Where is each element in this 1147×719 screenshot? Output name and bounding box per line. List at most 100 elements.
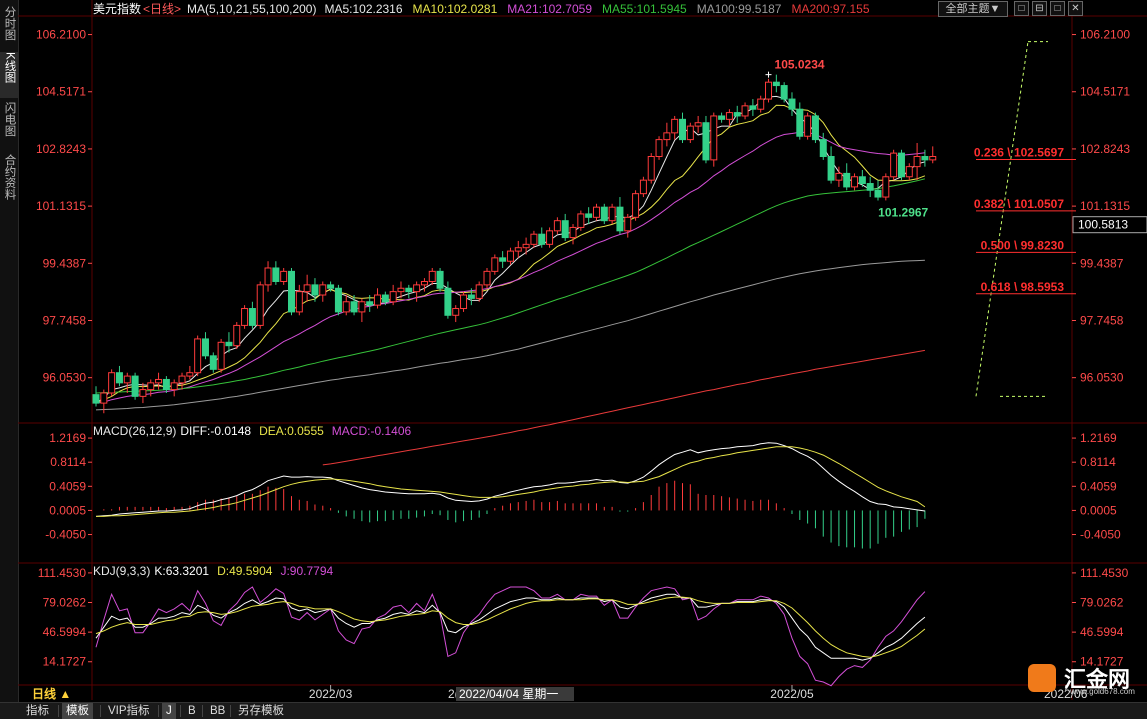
candle-body	[733, 112, 741, 117]
window-maximize-button[interactable]: □	[1050, 1, 1065, 16]
vip-indicator-tab[interactable]: VIP指标	[104, 703, 154, 719]
candle-body	[280, 270, 288, 282]
candle-body	[765, 81, 773, 100]
macd-legend-label: DEA:0.0555	[259, 424, 324, 438]
candle-body	[444, 287, 452, 316]
candle-body	[890, 152, 898, 178]
theme-dropdown-button[interactable]: 全部主题▼	[938, 1, 1008, 17]
j-tab[interactable]: J	[162, 703, 176, 719]
legend-label: MA55:101.5945	[602, 2, 687, 16]
low-label: 101.2967	[878, 206, 928, 220]
candlestick-plot: 105.0234 101.2967 0.236 \ 102.5697 0.382 \ …	[92, 41, 1076, 466]
candle-body	[804, 115, 812, 137]
candle-body	[905, 166, 913, 178]
candle-body	[499, 257, 507, 262]
candle-body	[467, 294, 475, 299]
candle-body	[311, 284, 319, 296]
candle-body	[162, 378, 170, 391]
macd-tick-label-left: 0.0005	[49, 503, 86, 517]
x-axis: 2022/03 2022/05 2022/06日线 ▲ 2(2022/04/04 星期…	[32, 685, 1088, 701]
fib-trend-line	[975, 41, 1029, 397]
macd-legend-label: MACD(26,12,9)	[93, 424, 176, 438]
candle-body	[272, 267, 280, 282]
sidebar-item-label: 分时图	[3, 6, 16, 41]
candle-body	[811, 115, 819, 141]
candle-body	[248, 308, 256, 326]
logo-url: www.gold678.com	[1070, 687, 1135, 696]
candle-body	[319, 284, 327, 296]
candle-body	[108, 372, 116, 394]
sidebar-item-intraday[interactable]: 分时图	[0, 6, 18, 46]
kdj-tick-label-left: 14.1727	[43, 655, 87, 669]
candle-body	[327, 284, 335, 289]
price-tick-label-right: 102.8243	[1080, 142, 1130, 156]
macd-tick-label-right: 0.4059	[1080, 479, 1117, 493]
candle-body	[522, 243, 530, 249]
indicator-tab[interactable]: 指标	[22, 703, 53, 719]
save-template-tab[interactable]: 另存模板	[234, 703, 288, 719]
candle-body	[225, 341, 233, 347]
fib-level-label: 0.236 \ 102.5697	[974, 146, 1064, 160]
price-tick-label-left: 101.1315	[36, 199, 86, 213]
candle-body	[217, 341, 225, 370]
kdj-plot: KDJ(9,3,3) K:63.3201 D:49.5904 J:90.7794	[93, 564, 926, 687]
sidebar: 分时图 K线图 闪电图 合约资料	[0, 0, 19, 704]
candle-body	[147, 382, 155, 391]
logo-icon	[1028, 664, 1056, 692]
sidebar-item-flash-chart[interactable]: 闪电图	[0, 102, 18, 148]
price-tick-label-left: 97.7458	[43, 313, 87, 327]
candle-body	[788, 98, 796, 110]
candle-body	[233, 324, 241, 347]
candle-body	[671, 118, 679, 134]
bb-tab[interactable]: BB	[206, 703, 229, 719]
sidebar-item-label: K线图	[3, 52, 16, 83]
kdj-tick-label-right: 46.5994	[1080, 625, 1124, 639]
candle-body	[624, 216, 632, 232]
candle-body	[186, 372, 194, 377]
macd-tick-label-left: 0.8114	[50, 455, 86, 469]
legend-label: <日线>	[143, 2, 181, 16]
sidebar-item-kline[interactable]: K线图	[0, 52, 18, 98]
candle-body	[553, 220, 561, 232]
window-restore-button[interactable]: □	[1014, 1, 1029, 16]
candle-body	[639, 179, 647, 195]
candle-body	[608, 206, 616, 222]
macd-legend-label: MACD:-0.1406	[332, 424, 412, 438]
kdj-tick-label-left: 46.5994	[43, 625, 87, 639]
candle-body	[921, 156, 929, 161]
price-tick-label-right: 99.4387	[1080, 256, 1124, 270]
candle-body	[749, 105, 757, 110]
template-tab[interactable]: 模板	[62, 703, 93, 719]
candle-body	[647, 156, 655, 181]
kdj-tick-label-left: 79.0262	[43, 596, 87, 610]
kdj-tick-label-left: 111.4530	[38, 566, 87, 580]
chart-area[interactable]: 美元指数 <日线> MA(5,10,21,55,100,200) MA5:102.23…	[18, 0, 1147, 702]
kdj-d-line	[95, 596, 926, 658]
candle-body	[585, 213, 593, 218]
candle-body	[600, 206, 608, 222]
price-tick-label-right: 104.5171	[1080, 85, 1130, 99]
price-tick-label-left: 99.4387	[43, 256, 87, 270]
candle-body	[475, 284, 483, 299]
candle-body	[295, 291, 303, 313]
candle-body	[577, 213, 585, 228]
logo: 汇金网 www.gold678.com	[1022, 660, 1142, 698]
candle-body	[342, 301, 350, 313]
candle-body	[350, 301, 358, 313]
window-tile-button[interactable]: ⊟	[1032, 1, 1047, 16]
b-tab[interactable]: B	[184, 703, 200, 719]
legend-label: MA200:97.155	[791, 2, 869, 16]
macd-legend-label: DIFF:-0.0148	[180, 424, 251, 438]
candle-body	[686, 125, 694, 141]
bottom-toolbar: 指标 模板 VIP指标 J B BB 另存模板	[0, 702, 1147, 719]
fib-level-label: 0.382 \ 101.0507	[974, 197, 1064, 211]
candle-body	[835, 172, 843, 181]
window-close-button[interactable]: ✕	[1068, 1, 1083, 16]
candle-body	[264, 267, 272, 286]
candle-body	[405, 287, 413, 293]
legend-label: MA10:102.0281	[413, 2, 498, 16]
sidebar-item-contract-info[interactable]: 合约资料	[0, 154, 18, 212]
candle-body	[819, 139, 827, 158]
candle-body	[491, 257, 499, 272]
fib-level-label: 0.500 \ 99.8230	[981, 238, 1065, 252]
